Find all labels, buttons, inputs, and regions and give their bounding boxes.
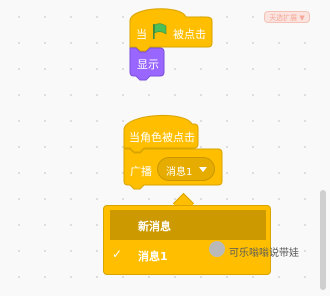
message-dropdown[interactable]: 消息1: [157, 157, 215, 181]
menu-item-label: 消息1: [138, 250, 168, 263]
chevron-down-icon: [199, 167, 207, 172]
sprite-clicked-label: 当角色被点击: [129, 131, 195, 144]
dropdown-value: 消息1: [166, 167, 193, 178]
check-icon: ✓: [112, 247, 123, 261]
dropdown-menu: 新消息 ✓ 消息1: [103, 205, 271, 275]
menu-item-new-message[interactable]: 新消息: [110, 210, 266, 240]
watermark-text: 可乐嗡嗡说带娃: [229, 248, 299, 259]
hat-clicked-label: 被点击: [173, 28, 206, 41]
menu-item-label: 新消息: [138, 220, 171, 233]
watermark-logo-icon: [209, 241, 225, 257]
broadcast-label: 广播: [130, 165, 152, 178]
show-block-label: 显示: [137, 58, 159, 71]
workspace-scrollbar[interactable]: [320, 190, 326, 290]
hat-when-label: 当: [136, 28, 147, 41]
